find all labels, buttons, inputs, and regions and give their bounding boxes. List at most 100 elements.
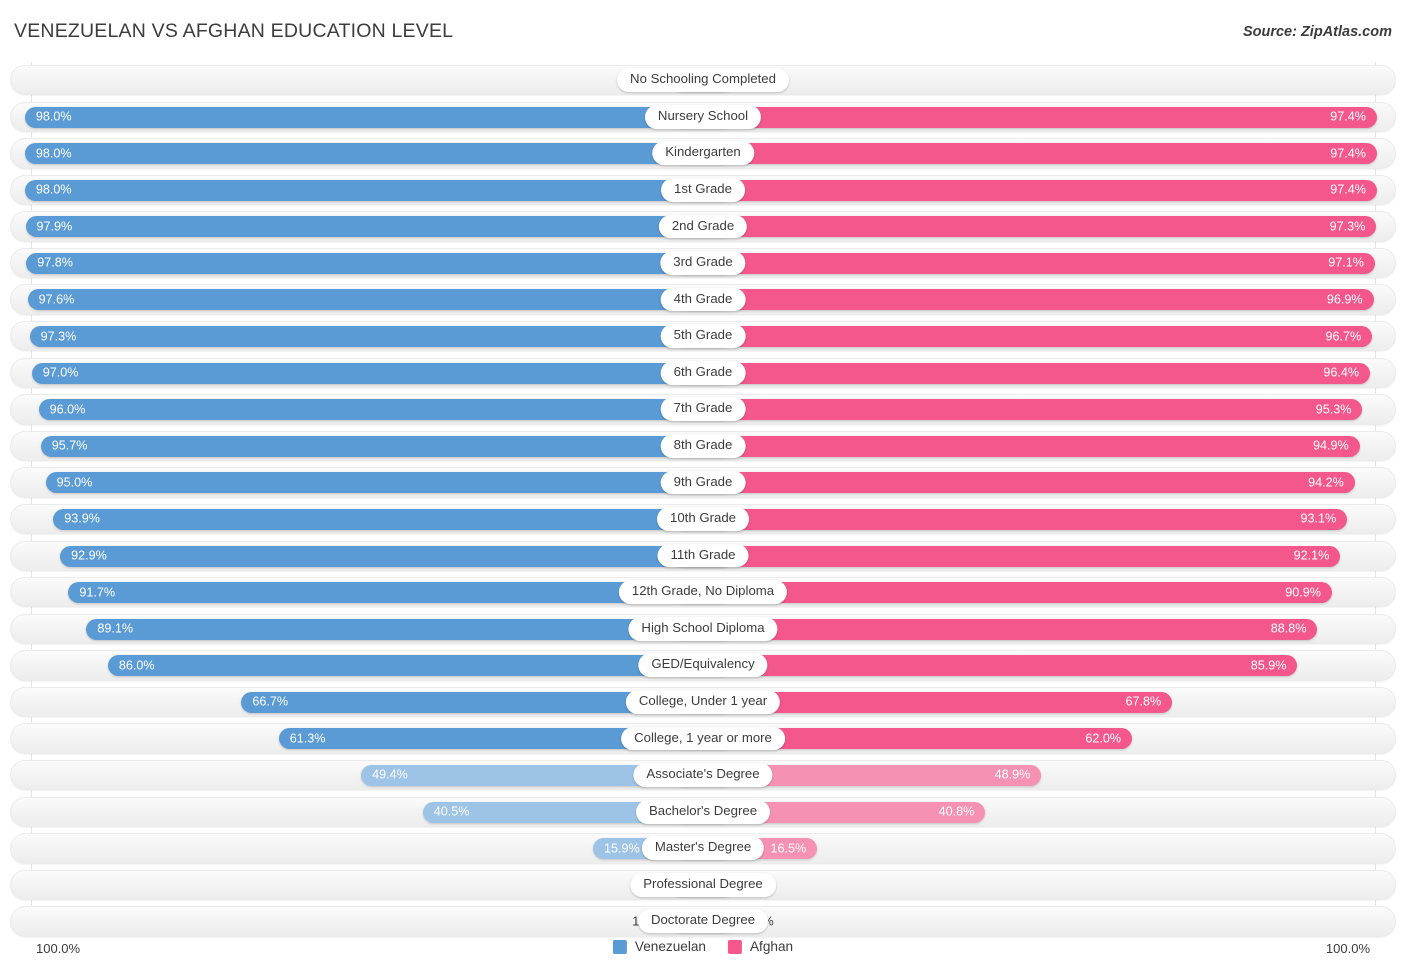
bar-value-afghan: 96.7% <box>1325 329 1362 344</box>
legend-label-venezuelan: Venezuelan <box>634 939 706 954</box>
bar-venezuelan: 98.0% <box>24 106 733 128</box>
table-row: 96.0% 95.3% 7th Grade <box>0 391 1406 427</box>
bar-afghan: 97.1% <box>673 252 1375 274</box>
bar-afghan: 94.2% <box>673 472 1355 494</box>
bar-afghan: 97.4% <box>673 106 1377 128</box>
bar-value-venezuelan: 98.0% <box>35 182 72 197</box>
category-label: 2nd Grade <box>658 214 748 239</box>
bar-value-afghan: 96.4% <box>1323 365 1360 380</box>
bar-value-venezuelan: 97.3% <box>40 329 77 344</box>
bar-value-afghan: 94.2% <box>1308 475 1344 490</box>
legend-item-afghan: Afghan <box>727 939 794 954</box>
bar-value-venezuelan: 97.8% <box>37 256 73 271</box>
category-label: Associate's Degree <box>633 763 773 788</box>
bar-value-venezuelan: 15.9% <box>603 841 640 856</box>
category-label: Doctorate Degree <box>637 909 769 934</box>
category-label: No Schooling Completed <box>617 68 789 93</box>
table-row: 86.0% 85.9% GED/Equivalency <box>0 647 1406 683</box>
axis-label-left: 100.0% <box>36 941 81 956</box>
chart-legend: Venezuelan Afghan <box>612 939 794 954</box>
bar-value-afghan: 93.1% <box>1300 512 1337 527</box>
category-label: College, 1 year or more <box>621 726 785 751</box>
chart-footer: 100.0% 100.0% Venezuelan Afghan <box>0 937 1406 963</box>
bar-venezuelan: 98.0% <box>24 143 733 165</box>
bar-venezuelan: 93.9% <box>53 508 733 530</box>
category-label: Professional Degree <box>630 873 776 897</box>
bar-value-afghan: 90.9% <box>1285 585 1322 600</box>
bar-value-afghan: 97.4% <box>1330 109 1366 124</box>
bar-value-venezuelan: 91.7% <box>79 585 116 600</box>
bar-venezuelan: 95.0% <box>45 472 733 494</box>
bar-venezuelan: 97.6% <box>27 289 733 311</box>
category-label: Nursery School <box>644 104 762 129</box>
bar-value-afghan: 62.0% <box>1085 731 1122 746</box>
category-label: GED/Equivalency <box>638 653 768 678</box>
bar-venezuelan: 97.0% <box>31 362 733 384</box>
legend-swatch-icon-venezuelan <box>612 939 627 954</box>
legend-swatch-icon-afghan <box>727 939 742 954</box>
bar-value-venezuelan: 61.3% <box>289 731 326 746</box>
legend-item-venezuelan: Venezuelan <box>612 939 706 954</box>
table-row: 4.9%4.7%Professional Degree <box>0 867 1406 903</box>
table-row: 97.9% 97.3% 2nd Grade <box>0 208 1406 244</box>
chart-rows: 2.0%2.6%No Schooling Completed 98.0% 97.4%… <box>0 62 1406 940</box>
table-row: 1.7%2.0%Doctorate Degree <box>0 903 1406 939</box>
table-row: 98.0% 97.4% 1st Grade <box>0 172 1406 208</box>
bar-value-afghan: 94.9% <box>1312 438 1349 453</box>
legend-label-afghan: Afghan <box>749 939 794 954</box>
source-attribution: Source: ZipAtlas.com <box>1242 24 1392 40</box>
bar-value-afghan: 95.3% <box>1315 402 1352 417</box>
bar-value-afghan: 97.4% <box>1330 182 1366 197</box>
category-label: Bachelor's Degree <box>635 799 771 824</box>
bar-afghan: 92.1% <box>673 545 1341 567</box>
bar-value-venezuelan: 98.0% <box>35 109 72 124</box>
table-row: 2.0%2.6%No Schooling Completed <box>0 62 1406 98</box>
bar-afghan: 94.9% <box>673 435 1360 457</box>
category-label: 12th Grade, No Diploma <box>618 580 788 605</box>
bar-venezuelan: 92.9% <box>60 545 733 567</box>
bar-afghan: 97.4% <box>673 143 1377 165</box>
bar-afghan: 95.3% <box>673 399 1363 421</box>
table-row: 66.7% 67.8% College, Under 1 year <box>0 684 1406 720</box>
bar-value-afghan: 48.9% <box>994 768 1031 783</box>
bar-value-venezuelan: 86.0% <box>118 658 155 673</box>
table-row: 97.0% 96.4% 6th Grade <box>0 355 1406 391</box>
category-label: 9th Grade <box>660 470 746 495</box>
bar-afghan: 96.9% <box>673 289 1374 311</box>
bar-value-venezuelan: 92.9% <box>71 548 107 563</box>
bar-venezuelan: 98.0% <box>24 179 733 201</box>
category-label: College, Under 1 year <box>625 690 781 714</box>
table-row: 91.7% 90.9% 12th Grade, No Diploma <box>0 574 1406 610</box>
table-row: 93.9% 93.1% 10th Grade <box>0 501 1406 537</box>
bar-venezuelan: 97.3% <box>29 326 733 348</box>
bar-value-afghan: 67.8% <box>1125 695 1162 710</box>
bar-afghan: 97.4% <box>673 179 1377 201</box>
bar-value-afghan: 97.1% <box>1328 256 1364 271</box>
category-label: 11th Grade <box>657 543 749 568</box>
category-label: 10th Grade <box>657 507 749 532</box>
table-row: 97.3% 96.7% 5th Grade <box>0 318 1406 354</box>
table-row: 92.9% 92.1% 11th Grade <box>0 538 1406 574</box>
category-label: 6th Grade <box>660 360 746 385</box>
table-row: 61.3% 62.0% College, 1 year or more <box>0 720 1406 756</box>
bar-value-venezuelan: 97.9% <box>36 219 73 234</box>
bar-value-venezuelan: 97.0% <box>42 365 79 380</box>
bar-value-venezuelan: 97.6% <box>38 292 75 307</box>
bar-venezuelan: 96.0% <box>38 399 733 421</box>
table-row: 49.4% 48.9% Associate's Degree <box>0 757 1406 793</box>
bar-value-afghan: 88.8% <box>1270 621 1307 636</box>
category-label: 1st Grade <box>661 178 745 202</box>
bar-value-venezuelan: 95.7% <box>51 438 88 453</box>
bar-value-afghan: 40.8% <box>938 804 975 819</box>
bar-value-venezuelan: 40.5% <box>433 804 470 819</box>
bar-value-afghan: 97.4% <box>1330 146 1366 161</box>
bar-value-venezuelan: 93.9% <box>64 512 100 527</box>
table-row: 97.8% 97.1% 3rd Grade <box>0 245 1406 281</box>
chart-header: VENEZUELAN VS AFGHAN EDUCATION LEVEL Sou… <box>0 0 1406 62</box>
bar-value-venezuelan: 95.0% <box>56 475 93 490</box>
bar-value-afghan: 97.3% <box>1329 219 1366 234</box>
category-label: 7th Grade <box>660 397 746 422</box>
table-row: 40.5% 40.8% Bachelor's Degree <box>0 794 1406 830</box>
bar-value-afghan: 16.5% <box>770 841 807 856</box>
category-label: Master's Degree <box>641 836 765 861</box>
